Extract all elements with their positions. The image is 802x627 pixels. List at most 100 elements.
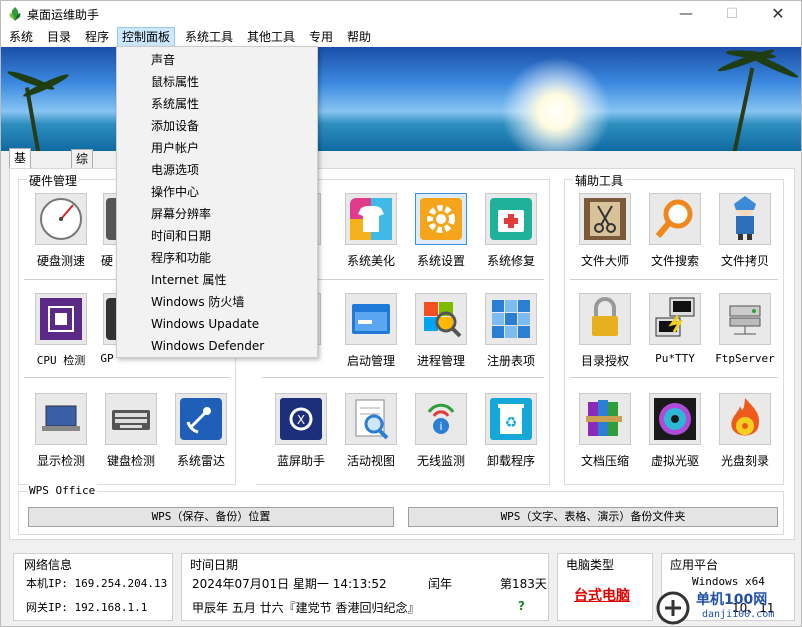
menu-special[interactable]: 专用 — [305, 27, 337, 47]
datetime-title: 时间日期 — [190, 558, 239, 572]
minimize-icon: — — [679, 6, 693, 22]
platform-title: 应用平台 — [670, 558, 719, 572]
tool-system-beautify[interactable]: 系统美化 — [338, 193, 404, 273]
tool-keyboard-detect[interactable]: 键盘检测 — [98, 393, 164, 473]
svg-text:i: i — [439, 420, 442, 433]
tool-directory-auth[interactable]: 目录授权 — [572, 293, 638, 373]
putty-icon — [655, 297, 695, 337]
svg-text:X: X — [297, 413, 305, 427]
menu-system-tools[interactable]: 系统工具 — [181, 27, 237, 47]
menu-system[interactable]: 系统 — [5, 27, 37, 47]
menu-directory[interactable]: 目录 — [43, 27, 75, 47]
dropdown-item-system-properties[interactable]: 系统属性 — [151, 93, 199, 115]
tool-display-detect[interactable]: 显示检测 — [28, 393, 94, 473]
dropdown-item-screen-resolution[interactable]: 屏幕分辨率 — [151, 203, 211, 225]
tool-activity-view[interactable]: 活动视图 — [338, 393, 404, 473]
dropdown-item-sound[interactable]: 声音 — [151, 49, 175, 71]
tshirt-icon — [350, 198, 392, 240]
dropdown-item-windows-defender[interactable]: Windows Defender — [151, 335, 264, 357]
pc-type-title: 电脑类型 — [566, 558, 615, 572]
window-title: 桌面运维助手 — [27, 8, 100, 22]
day-of-year: 第183天 — [500, 577, 547, 591]
maximize-button[interactable]: ☐ — [709, 1, 755, 27]
wps-backup-folder-button[interactable]: WPS（文字、表格、演示）备份文件夹 — [408, 507, 778, 527]
tool-startup-manager[interactable]: 启动管理 — [338, 293, 404, 373]
divider — [24, 377, 230, 378]
close-button[interactable]: ✕ — [755, 1, 801, 27]
gateway-ip: 网关IP: 192.168.1.1 — [26, 601, 148, 614]
tool-file-copy[interactable]: 文件拷贝 — [712, 193, 778, 273]
site-watermark: 单机100网 danji100.com — [656, 589, 802, 627]
tool-file-search[interactable]: 文件搜索 — [642, 193, 708, 273]
tool-uninstall[interactable]: ♻ 卸载程序 — [478, 393, 544, 473]
title-bar: 桌面运维助手 — ☐ ✕ — [1, 1, 801, 27]
bluescreen-icon: X — [280, 398, 322, 440]
tool-file-master[interactable]: 文件大师 — [572, 193, 638, 273]
wps-save-location-button[interactable]: WPS（保存、备份）位置 — [28, 507, 394, 527]
dropdown-item-mouse[interactable]: 鼠标属性 — [151, 71, 199, 93]
flame-disc-icon — [731, 398, 760, 436]
watermark-url: danji100.com — [702, 609, 775, 620]
tool-process-manager[interactable]: 进程管理 — [408, 293, 474, 373]
tool-system-radar[interactable]: 系统雷达 — [168, 393, 234, 473]
help-question[interactable]: ? — [518, 599, 525, 613]
dropdown-item-windows-update[interactable]: Windows Upadate — [151, 313, 259, 335]
aux-group-title: 辅助工具 — [573, 172, 626, 189]
tool-system-settings[interactable]: 系统设置 — [408, 193, 474, 273]
cpu-icon — [40, 298, 82, 340]
lunar-date: 甲辰年 五月 廿六『建党节 香港回归纪念』 — [192, 601, 420, 615]
tool-disc-burn[interactable]: 光盘刻录 — [712, 393, 778, 473]
divider — [262, 377, 544, 378]
dropdown-item-date-time[interactable]: 时间和日期 — [151, 225, 211, 247]
tool-document-compress[interactable]: 文档压缩 — [572, 393, 638, 473]
tool-ftpserver[interactable]: FtpServer — [712, 293, 778, 373]
menu-bar: 系统 目录 程序 控制面板 系统工具 其他工具 专用 帮助 — [1, 27, 801, 47]
tool-bluescreen-helper[interactable]: X 蓝屏助手 — [268, 393, 334, 473]
menu-control-panel[interactable]: 控制面板 — [117, 27, 176, 47]
pc-type-panel: 电脑类型 台式电脑 — [557, 553, 653, 621]
tool-system-repair[interactable]: 系统修复 — [478, 193, 544, 273]
archive-books-icon — [586, 400, 622, 436]
menu-other-tools[interactable]: 其他工具 — [243, 27, 299, 47]
tool-cpu-detect[interactable]: CPU 检测 — [28, 293, 94, 373]
dropdown-item-user-accounts[interactable]: 用户帐户 — [151, 137, 199, 159]
gauge-icon — [40, 198, 82, 240]
palm-tree-right — [731, 67, 755, 151]
tool-virtual-drive[interactable]: 虚拟光驱 — [642, 393, 708, 473]
tab-comprehensive[interactable]: 综合功能 — [71, 149, 94, 220]
radar-icon — [180, 398, 222, 440]
menu-program[interactable]: 程序 — [81, 27, 113, 47]
svg-text:♻: ♻ — [505, 415, 518, 431]
minimize-button[interactable]: — — [663, 1, 709, 27]
close-icon: ✕ — [771, 4, 785, 23]
dropdown-item-internet-properties[interactable]: Internet 属性 — [151, 269, 226, 291]
network-panel: 网络信息 本机IP: 169.254.204.13 网关IP: 192.168.… — [13, 553, 173, 621]
network-title: 网络信息 — [24, 558, 73, 572]
watermark-text: 单机100网 — [696, 592, 768, 608]
keyboard-icon — [112, 410, 150, 430]
magnifier-windows-icon — [424, 302, 462, 338]
plus-circle-icon — [656, 591, 690, 625]
tool-putty[interactable]: Pu*TTY — [642, 293, 708, 373]
dropdown-item-firewall[interactable]: Windows 防火墙 — [151, 291, 244, 313]
tool-disk-speed[interactable]: 硬盘测速 — [28, 193, 94, 273]
server-icon — [729, 305, 761, 335]
disc-icon — [654, 398, 696, 440]
dropdown-item-action-center[interactable]: 操作中心 — [151, 181, 199, 203]
window-icon — [352, 304, 390, 334]
menu-help[interactable]: 帮助 — [343, 27, 375, 47]
tool-registry[interactable]: 注册表项 — [478, 293, 544, 373]
datetime-panel: 时间日期 2024年07月01日 星期一 14:13:52 闰年 第183天 甲… — [181, 553, 549, 621]
divider — [570, 279, 778, 280]
tool-wireless-monitor[interactable]: i 无线监测 — [408, 393, 474, 473]
dropdown-item-add-device[interactable]: 添加设备 — [151, 115, 199, 137]
dropdown-item-power-options[interactable]: 电源选项 — [151, 159, 199, 181]
tab-basic-info[interactable]: 基本信息 — [9, 148, 32, 219]
control-panel-dropdown: 声音 鼠标属性 系统属性 添加设备 用户帐户 电源选项 操作中心 屏幕分辨率 时… — [116, 46, 318, 358]
pc-type-value[interactable]: 台式电脑 — [574, 585, 630, 605]
lock-icon — [592, 297, 618, 336]
dropdown-item-programs-features[interactable]: 程序和功能 — [151, 247, 211, 269]
wps-group-title: WPS Office — [27, 484, 98, 497]
app-logo-icon — [9, 7, 21, 21]
divider — [570, 377, 778, 378]
